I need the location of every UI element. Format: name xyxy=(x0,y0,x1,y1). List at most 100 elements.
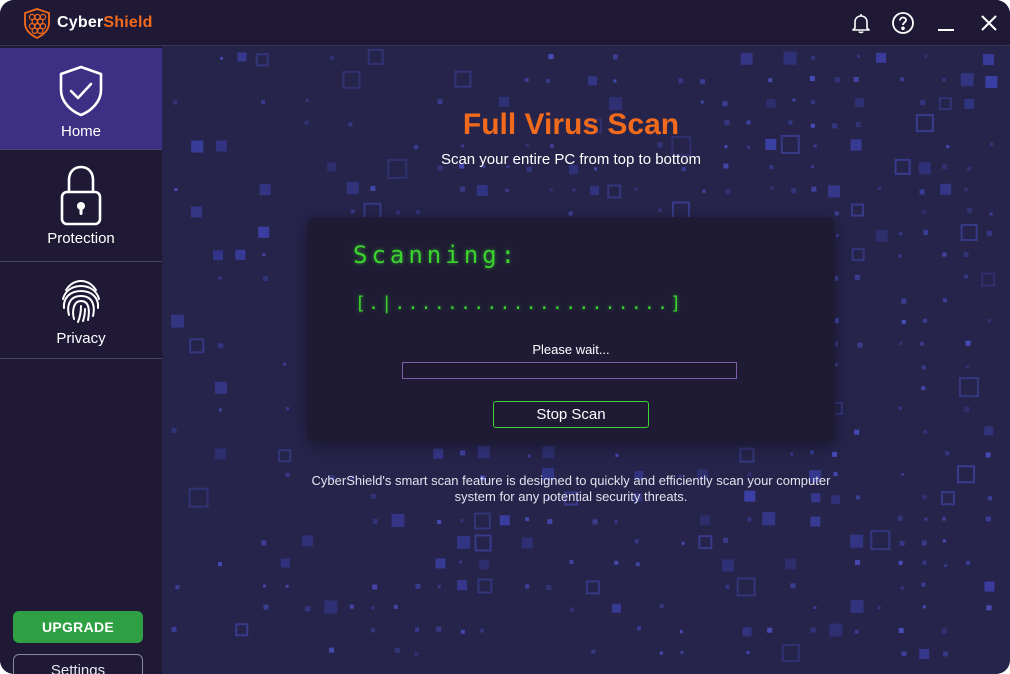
stop-scan-button[interactable]: Stop Scan xyxy=(493,401,649,428)
background-square xyxy=(922,495,927,500)
background-square xyxy=(188,487,209,508)
main-content: Full Virus Scan Scan your entire PC from… xyxy=(162,46,1010,674)
help-icon[interactable] xyxy=(890,10,916,36)
background-square xyxy=(766,98,776,108)
background-square xyxy=(524,77,529,82)
sidebar-item-privacy[interactable]: Privacy xyxy=(0,262,162,359)
background-square xyxy=(189,338,205,354)
background-square xyxy=(634,187,638,191)
background-square xyxy=(568,211,573,216)
background-square xyxy=(263,584,267,588)
background-square xyxy=(681,541,685,545)
background-square xyxy=(235,249,246,260)
background-square xyxy=(457,580,468,591)
background-square xyxy=(921,210,926,215)
background-square xyxy=(457,535,471,549)
background-square xyxy=(372,584,378,590)
background-square xyxy=(809,76,815,82)
background-square xyxy=(762,512,776,526)
background-square xyxy=(856,54,860,58)
background-square xyxy=(901,472,905,476)
background-square xyxy=(940,183,952,195)
brand-name-part2: Shield xyxy=(103,14,153,31)
background-square xyxy=(370,628,375,633)
background-square xyxy=(591,649,596,654)
background-square xyxy=(870,530,891,551)
background-square xyxy=(263,276,269,282)
background-square xyxy=(499,515,510,526)
settings-button[interactable]: Settings xyxy=(13,654,143,674)
background-square xyxy=(460,450,466,456)
sidebar-item-protection[interactable]: Protection xyxy=(0,150,162,262)
background-square xyxy=(479,559,490,570)
background-square xyxy=(923,318,928,323)
background-square xyxy=(783,51,797,65)
background-square xyxy=(941,628,947,634)
sidebar-item-home[interactable]: Home xyxy=(0,48,162,150)
background-square xyxy=(657,142,663,148)
background-square xyxy=(958,377,979,398)
scan-description: CyberShield's smart scan feature is desi… xyxy=(311,473,831,504)
background-square xyxy=(921,540,927,546)
page-title: Full Virus Scan xyxy=(462,108,680,141)
minimize-icon[interactable] xyxy=(933,10,959,36)
background-square xyxy=(834,211,839,216)
background-square xyxy=(984,581,995,592)
background-square xyxy=(967,207,973,213)
wait-text: Please wait... xyxy=(532,342,610,357)
background-square xyxy=(919,189,925,195)
background-square xyxy=(394,647,400,653)
shield-hex-logo-icon xyxy=(24,8,50,39)
background-square xyxy=(324,600,338,614)
background-square xyxy=(258,226,270,238)
sidebar-item-label: Privacy xyxy=(56,330,106,347)
background-square xyxy=(853,76,859,82)
background-square xyxy=(436,626,442,632)
background-square xyxy=(985,516,991,522)
background-square xyxy=(920,341,925,346)
background-square xyxy=(416,210,421,215)
background-square xyxy=(989,212,993,216)
background-square xyxy=(944,564,948,568)
background-square xyxy=(525,143,529,147)
background-square xyxy=(723,537,729,543)
background-square xyxy=(278,449,292,463)
background-square xyxy=(960,224,978,242)
app-brand: CyberShield xyxy=(57,14,153,32)
background-square xyxy=(261,99,266,104)
background-square xyxy=(900,586,904,590)
background-square xyxy=(614,560,619,565)
background-square xyxy=(740,52,753,65)
background-square xyxy=(700,100,704,104)
background-square xyxy=(415,627,420,632)
background-square xyxy=(499,96,510,107)
background-square xyxy=(899,540,905,546)
background-square xyxy=(899,406,903,410)
background-square xyxy=(832,451,838,457)
background-square xyxy=(395,210,400,215)
background-square xyxy=(700,79,706,85)
bell-icon[interactable] xyxy=(848,10,874,36)
background-square xyxy=(607,184,622,199)
upgrade-button[interactable]: UPGRADE xyxy=(13,611,143,643)
background-square xyxy=(572,188,576,192)
background-square xyxy=(171,626,177,632)
background-square xyxy=(982,54,994,66)
background-square xyxy=(476,184,488,196)
shield-check-icon xyxy=(59,65,103,117)
background-square xyxy=(259,184,271,196)
background-square xyxy=(747,517,752,522)
background-square xyxy=(897,515,903,521)
background-square xyxy=(527,454,531,458)
app-window: CyberShield Home Protection Privacy UPGR… xyxy=(0,0,1010,674)
close-icon[interactable] xyxy=(976,10,1002,36)
background-square xyxy=(615,453,619,457)
background-square xyxy=(218,408,222,412)
background-square xyxy=(342,70,361,89)
background-square xyxy=(767,627,773,633)
lock-icon xyxy=(60,165,102,226)
scan-progress-bar xyxy=(402,362,737,379)
background-square xyxy=(370,185,376,191)
background-square xyxy=(921,386,926,391)
background-square xyxy=(305,98,309,102)
